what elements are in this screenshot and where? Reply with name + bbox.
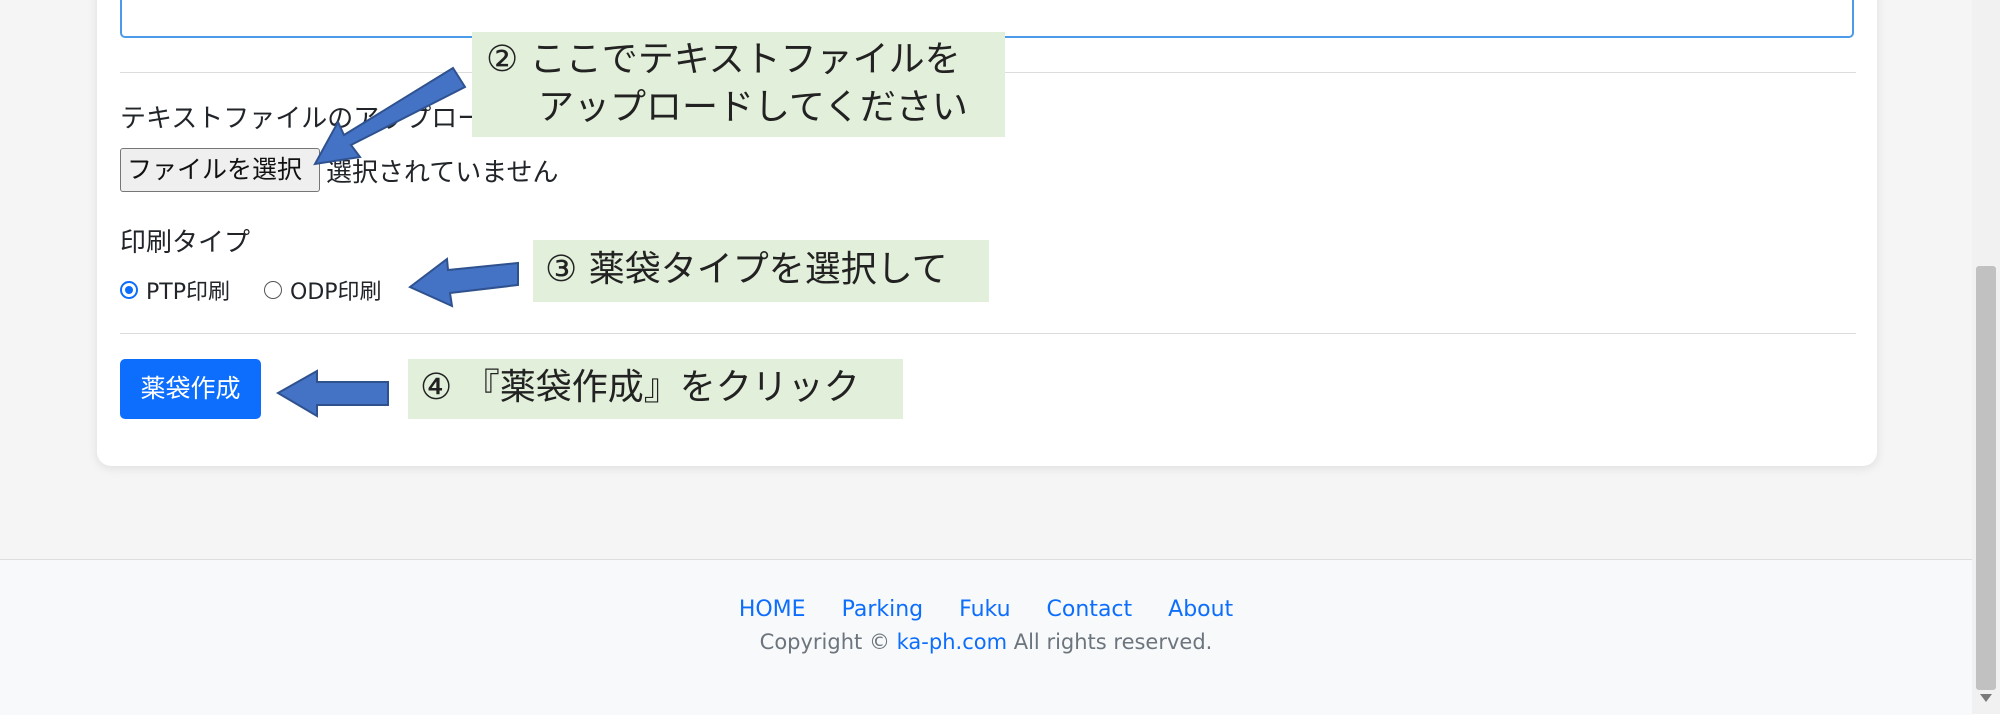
print-type-label: 印刷タイプ [120,228,251,258]
divider [120,333,1856,334]
radio-odp-label[interactable]: ODP印刷 [290,274,382,306]
footer-link-parking[interactable]: Parking [842,597,924,622]
copyright-prefix: Copyright © [759,630,890,654]
choose-file-button[interactable]: ファイルを選択 [120,148,320,192]
vertical-scrollbar[interactable] [1972,0,2000,714]
footer-link-about[interactable]: About [1168,597,1233,622]
footer-link-fuku[interactable]: Fuku [959,597,1010,622]
create-bag-button[interactable]: 薬袋作成 [120,359,261,419]
copyright-suffix: All rights reserved. [1013,630,1213,654]
callout-step2-line2: アップロードしてください [538,87,968,128]
callout-step2-line1: ② ここでテキストファイルを [486,39,961,80]
file-status-text: 選択されていません [326,158,559,188]
footer-link-contact[interactable]: Contact [1047,597,1133,622]
copyright-site-link[interactable]: ka-ph.com [897,630,1007,654]
upload-label: テキストファイルのアップロード [120,104,510,134]
copyright: Copyright © ka-ph.com All rights reserve… [0,630,1972,654]
radio-odp-circle[interactable] [264,281,282,299]
radio-ptp[interactable]: PTP印刷 [120,274,230,306]
callout-step2: ② ここでテキストファイルを アップロードしてください [472,32,1005,137]
radio-ptp-circle[interactable] [120,281,138,299]
callout-step4: ④ 『薬袋作成』をクリック [408,359,903,419]
footer-nav: HOME Parking Fuku Contact About [0,597,1972,622]
radio-odp[interactable]: ODP印刷 [264,274,382,306]
radio-ptp-label[interactable]: PTP印刷 [146,274,230,306]
callout-step3: ③ 薬袋タイプを選択して [533,240,989,302]
scroll-down-arrow-icon[interactable] [1980,694,1992,702]
site-footer: HOME Parking Fuku Contact About Copyrigh… [0,559,1972,715]
scrollbar-thumb[interactable] [1976,266,1996,690]
footer-link-home[interactable]: HOME [739,597,806,622]
